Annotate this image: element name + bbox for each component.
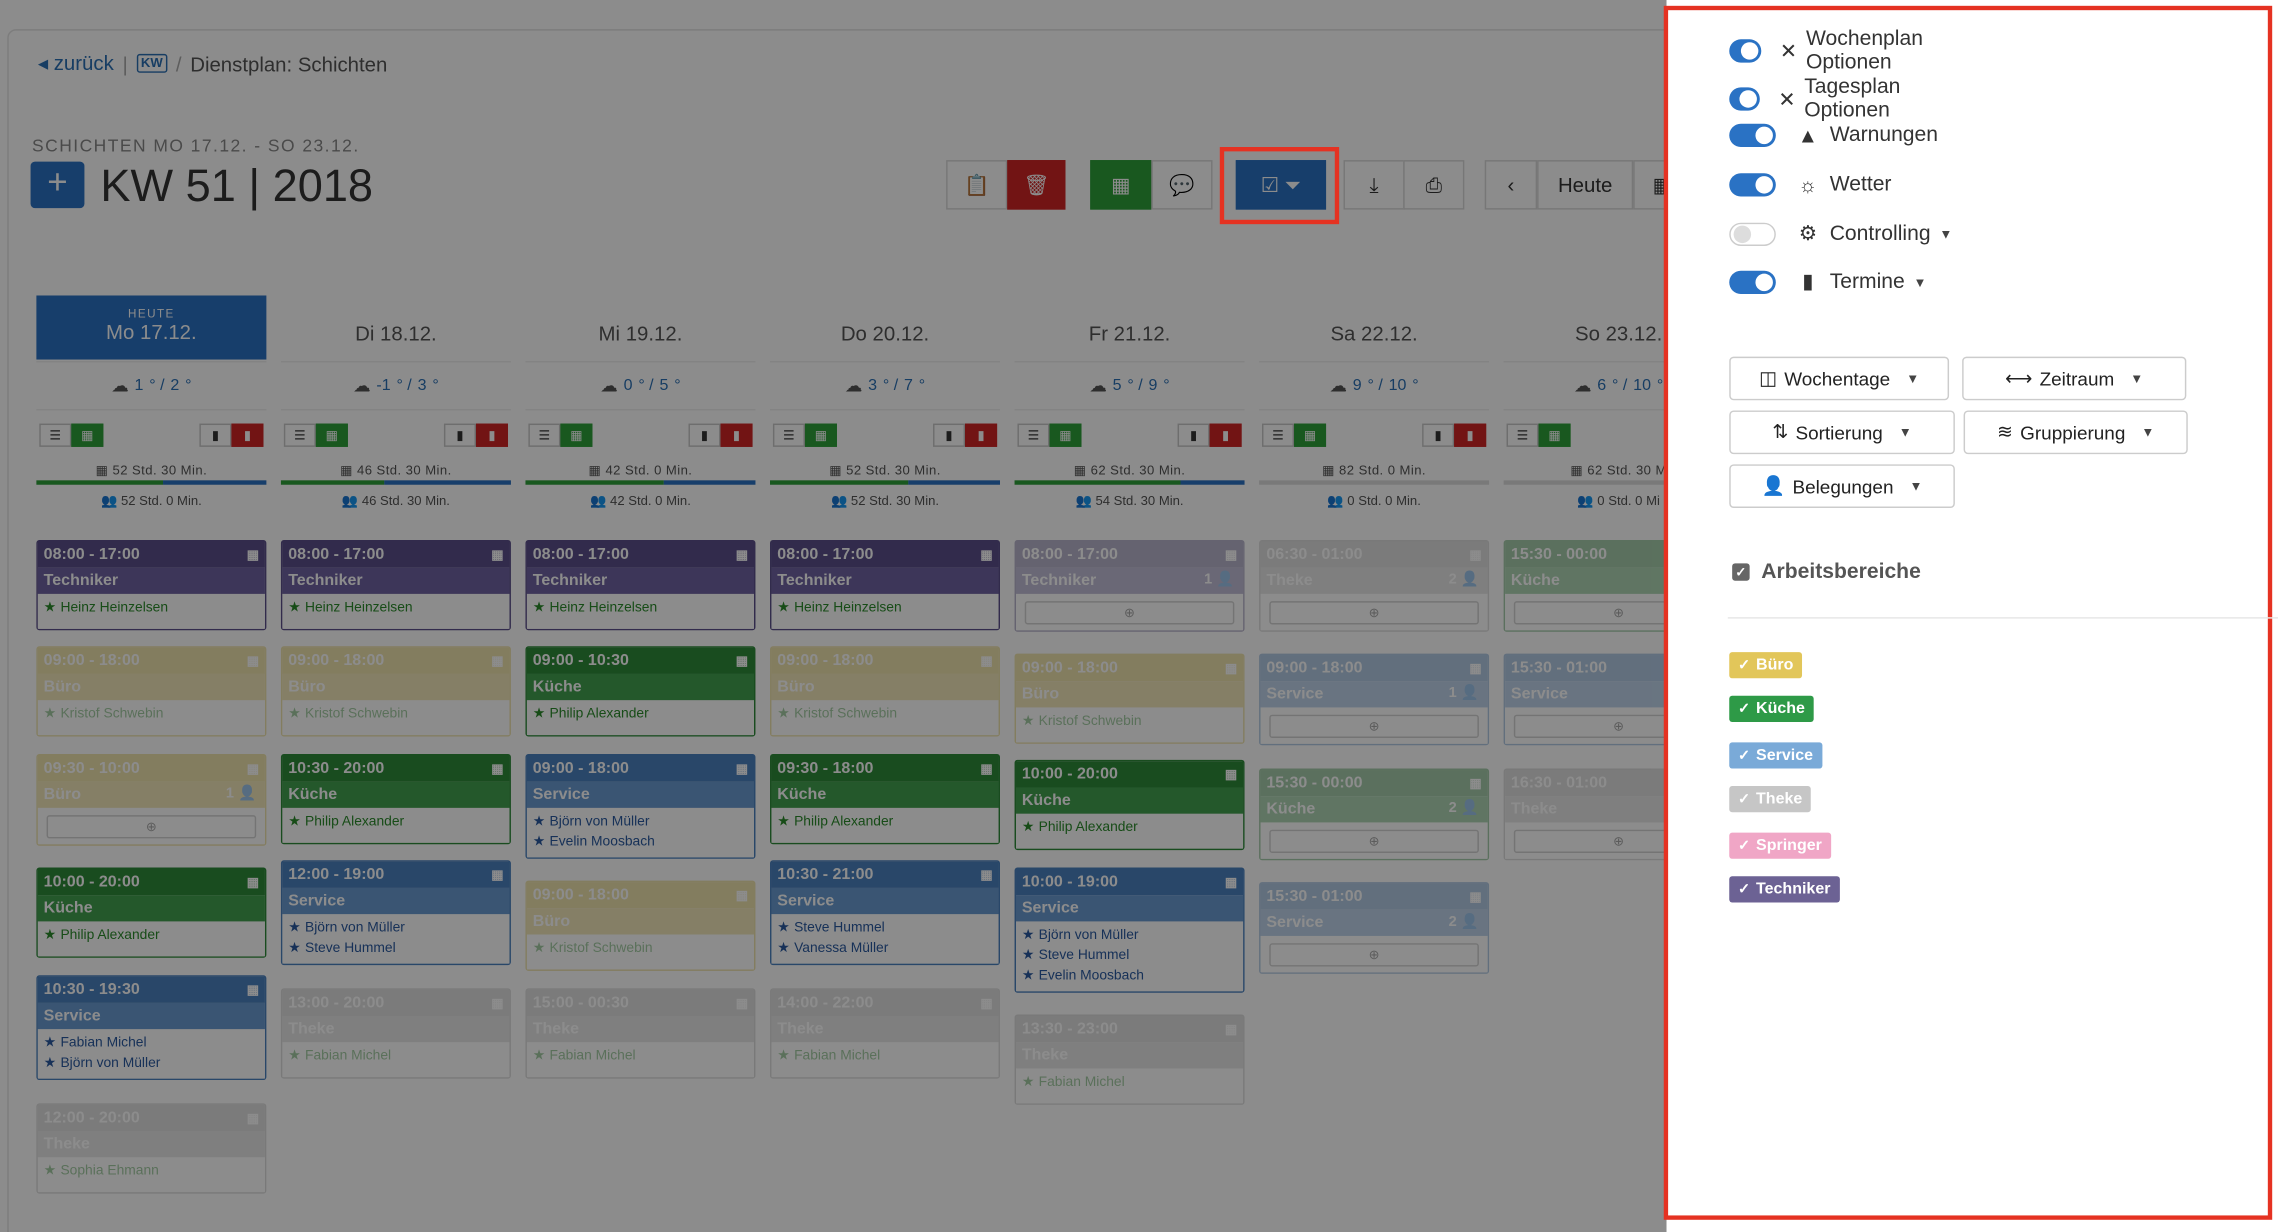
- option-label: Tagesplan Optionen: [1804, 75, 1901, 123]
- check-icon: ✓: [1737, 882, 1751, 899]
- area-label: Theke: [1756, 790, 1803, 808]
- area-tag[interactable]: ✓ Küche: [1729, 695, 1814, 722]
- area-label: Springer: [1756, 836, 1822, 855]
- gruppierung-label: Gruppierung: [2020, 421, 2126, 444]
- area-tag[interactable]: ✓ Theke: [1729, 786, 1812, 813]
- caret-down-icon: ▼: [1898, 425, 1912, 440]
- areas-heading[interactable]: ✓ Arbeitsbereiche: [1732, 560, 1921, 584]
- layers-icon: ≋: [1996, 420, 2013, 443]
- user-icon: 👤: [1761, 474, 1786, 497]
- option-toggle[interactable]: [1729, 87, 1760, 111]
- option-toggle[interactable]: [1729, 270, 1776, 294]
- area-label: Techniker: [1756, 880, 1831, 899]
- option-toggle[interactable]: [1729, 123, 1776, 148]
- tools-icon: ✕: [1779, 38, 1797, 62]
- check-icon: ✓: [1737, 701, 1751, 718]
- caret-down-icon: ▼: [2141, 425, 2155, 440]
- areas-heading-label: Arbeitsbereiche: [1761, 560, 1921, 584]
- area-tag[interactable]: ✓ Techniker: [1729, 876, 1840, 903]
- area-tag[interactable]: ✓ Service: [1729, 742, 1822, 769]
- check-icon: ✓: [1737, 657, 1751, 674]
- option-label: Controlling: [1829, 221, 1931, 246]
- belegungen-dropdown-button[interactable]: 👤 Belegungen ▼: [1729, 464, 1955, 509]
- area-tag[interactable]: ✓ Springer: [1729, 832, 1831, 859]
- area-label: Küche: [1756, 700, 1805, 718]
- panel-divider: [1727, 617, 2278, 619]
- wochentage-label: Wochentage: [1784, 367, 1891, 390]
- panel-option: ▮ Termine ▼: [1729, 269, 1926, 294]
- zeitraum-label: Zeitraum: [2039, 367, 2115, 390]
- tools-icon: ✕: [1778, 86, 1796, 110]
- checkbox-icon[interactable]: ✓: [1732, 563, 1750, 581]
- zeitraum-dropdown-button[interactable]: ⟷ Zeitraum ▼: [1962, 356, 2187, 401]
- sort-icon: ⇅: [1772, 420, 1789, 443]
- weather-icon: ☼: [1798, 173, 1818, 197]
- caret-down-icon: ▼: [1909, 478, 1923, 494]
- filter-button-highlight: [1219, 147, 1340, 225]
- area-label: Büro: [1756, 656, 1794, 674]
- check-icon: ✓: [1737, 748, 1751, 765]
- wochentage-dropdown-button[interactable]: ◫ Wochentage ▼: [1729, 356, 1950, 401]
- caret-down-icon: ▼: [2130, 371, 2144, 386]
- panel-option: ▲ Warnungen: [1729, 123, 1939, 148]
- check-icon: ✓: [1737, 838, 1751, 855]
- caret-down-icon: ▼: [1906, 371, 1920, 386]
- belegungen-label: Belegungen: [1792, 475, 1894, 498]
- modal-backdrop[interactable]: [0, 0, 1667, 1232]
- option-label: Wetter: [1829, 173, 1892, 197]
- arrows-horizontal-icon: ⟷: [2005, 366, 2033, 389]
- option-toggle[interactable]: [1729, 173, 1776, 197]
- option-label: Warnungen: [1829, 123, 1939, 148]
- sortierung-label: Sortierung: [1795, 421, 1883, 444]
- panel-option: ⚙ Controlling ▼: [1729, 221, 1952, 246]
- panel-option: ✕ Tagesplan Optionen: [1729, 75, 1926, 123]
- caret-down-icon[interactable]: ▼: [1914, 274, 1927, 289]
- check-icon: ✓: [1737, 791, 1751, 808]
- option-toggle[interactable]: [1729, 221, 1776, 246]
- sortierung-dropdown-button[interactable]: ⇅ Sortierung ▼: [1729, 410, 1955, 455]
- area-tag[interactable]: ✓ Büro: [1729, 652, 1803, 679]
- panel-option: ☼ Wetter: [1729, 173, 1892, 197]
- panel-option: ✕ Wochenplan Optionen: [1729, 27, 1946, 75]
- gruppierung-dropdown-button[interactable]: ≋ Gruppierung ▼: [1963, 410, 2188, 455]
- caret-down-icon[interactable]: ▼: [1939, 226, 1952, 241]
- option-toggle[interactable]: [1729, 39, 1761, 63]
- columns-icon: ◫: [1759, 366, 1777, 389]
- bookmark-icon: ▮: [1802, 269, 1814, 293]
- warning-icon: ▲: [1797, 123, 1818, 148]
- area-label: Service: [1756, 746, 1814, 765]
- controlling-icon: ⚙: [1798, 221, 1817, 245]
- option-label: Wochenplan Optionen: [1806, 27, 1923, 75]
- schedule-app: ◂ zurück | KW / Dienstplan: Schichten SC…: [0, 0, 1667, 1232]
- option-label: Termine: [1829, 270, 1905, 294]
